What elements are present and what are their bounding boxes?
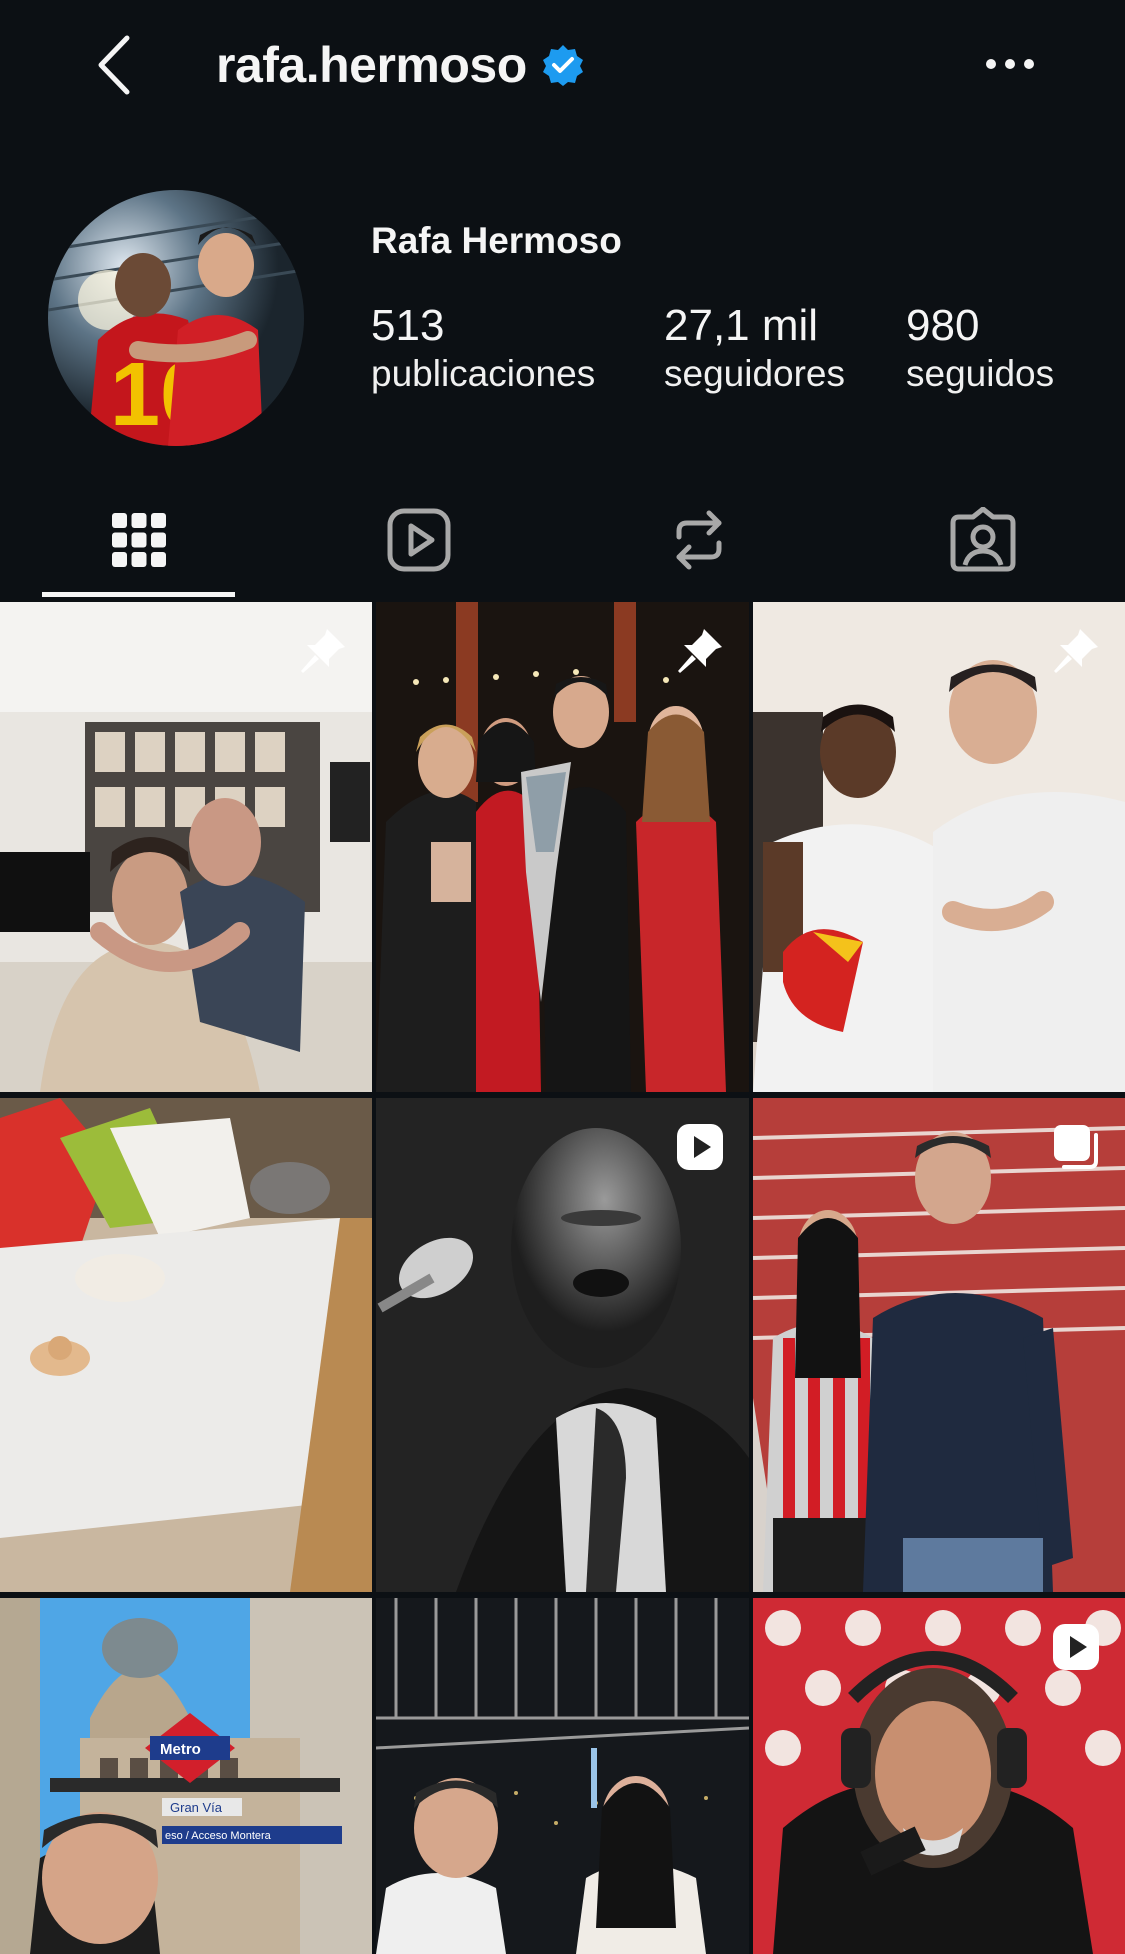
post-thumbnail[interactable] [376,602,749,1092]
street-sign-text: Gran Vía [170,1800,223,1815]
followers-count: 27,1 mil [664,301,819,350]
post-thumbnail[interactable] [376,1598,749,1954]
more-options-button[interactable] [980,44,1040,84]
more-horizontal-icon [986,59,1034,69]
followers-count-stat[interactable]: 27,1 mil seguidores [664,302,845,398]
followers-label: seguidores [664,353,846,394]
posts-label: publicaciones [371,353,596,394]
post-thumbnail[interactable]: Metro Gran Vía eso / Acceso Montera [0,1598,372,1954]
tab-reposts[interactable] [604,480,794,600]
reel-icon [1053,1624,1099,1670]
posts-count-stat[interactable]: 513 publicaciones [371,302,595,398]
reel-icon [677,1124,723,1170]
pin-icon [301,629,345,673]
grid-icon [112,513,166,567]
post-thumbnail[interactable] [376,1098,749,1592]
post-photo: Metro Gran Vía eso / Acceso Montera [0,1598,372,1954]
following-count: 980 [906,301,980,350]
post-badge [1049,1620,1103,1674]
posts-count: 513 [371,301,445,350]
post-badge [1049,1120,1103,1174]
posts-grid: Metro Gran Vía eso / Acceso Montera [0,602,1125,1954]
tab-posts-grid[interactable] [44,480,234,600]
reels-icon [387,508,451,572]
back-button[interactable] [88,30,138,100]
tab-tagged[interactable] [888,480,1078,600]
access-sign-text: eso / Acceso Montera [165,1830,272,1842]
chevron-left-icon [98,35,130,95]
post-badge [1049,624,1103,678]
pin-icon [678,629,722,673]
post-thumbnail[interactable] [753,602,1125,1092]
tagged-icon [950,507,1016,572]
profile-tabs [0,480,1125,600]
active-tab-indicator [42,592,235,597]
post-thumbnail[interactable] [753,1598,1125,1954]
avatar-photo: 10 [48,190,304,446]
verified-badge-icon [542,45,583,86]
profile-avatar[interactable]: 10 [48,190,304,446]
top-bar: rafa.hermoso [0,0,1125,130]
reposts-icon [676,510,722,570]
post-thumbnail[interactable] [0,1098,372,1592]
profile-username-header: rafa.hermoso [216,30,585,100]
username: rafa.hermoso [216,37,527,93]
display-name: Rafa Hermoso [371,220,622,261]
carousel-icon [1054,1125,1098,1169]
post-badge [296,624,350,678]
post-photo [376,1598,749,1954]
tab-reels[interactable] [324,480,514,600]
post-badge [673,1120,727,1174]
post-thumbnail[interactable] [753,1098,1125,1592]
metro-sign-text: Metro [160,1741,201,1758]
following-count-stat[interactable]: 980 seguidos [906,302,1054,398]
following-label: seguidos [906,353,1055,394]
post-photo [0,1098,372,1592]
pin-icon [1054,629,1098,673]
post-badge [673,624,727,678]
post-thumbnail[interactable] [0,602,372,1092]
